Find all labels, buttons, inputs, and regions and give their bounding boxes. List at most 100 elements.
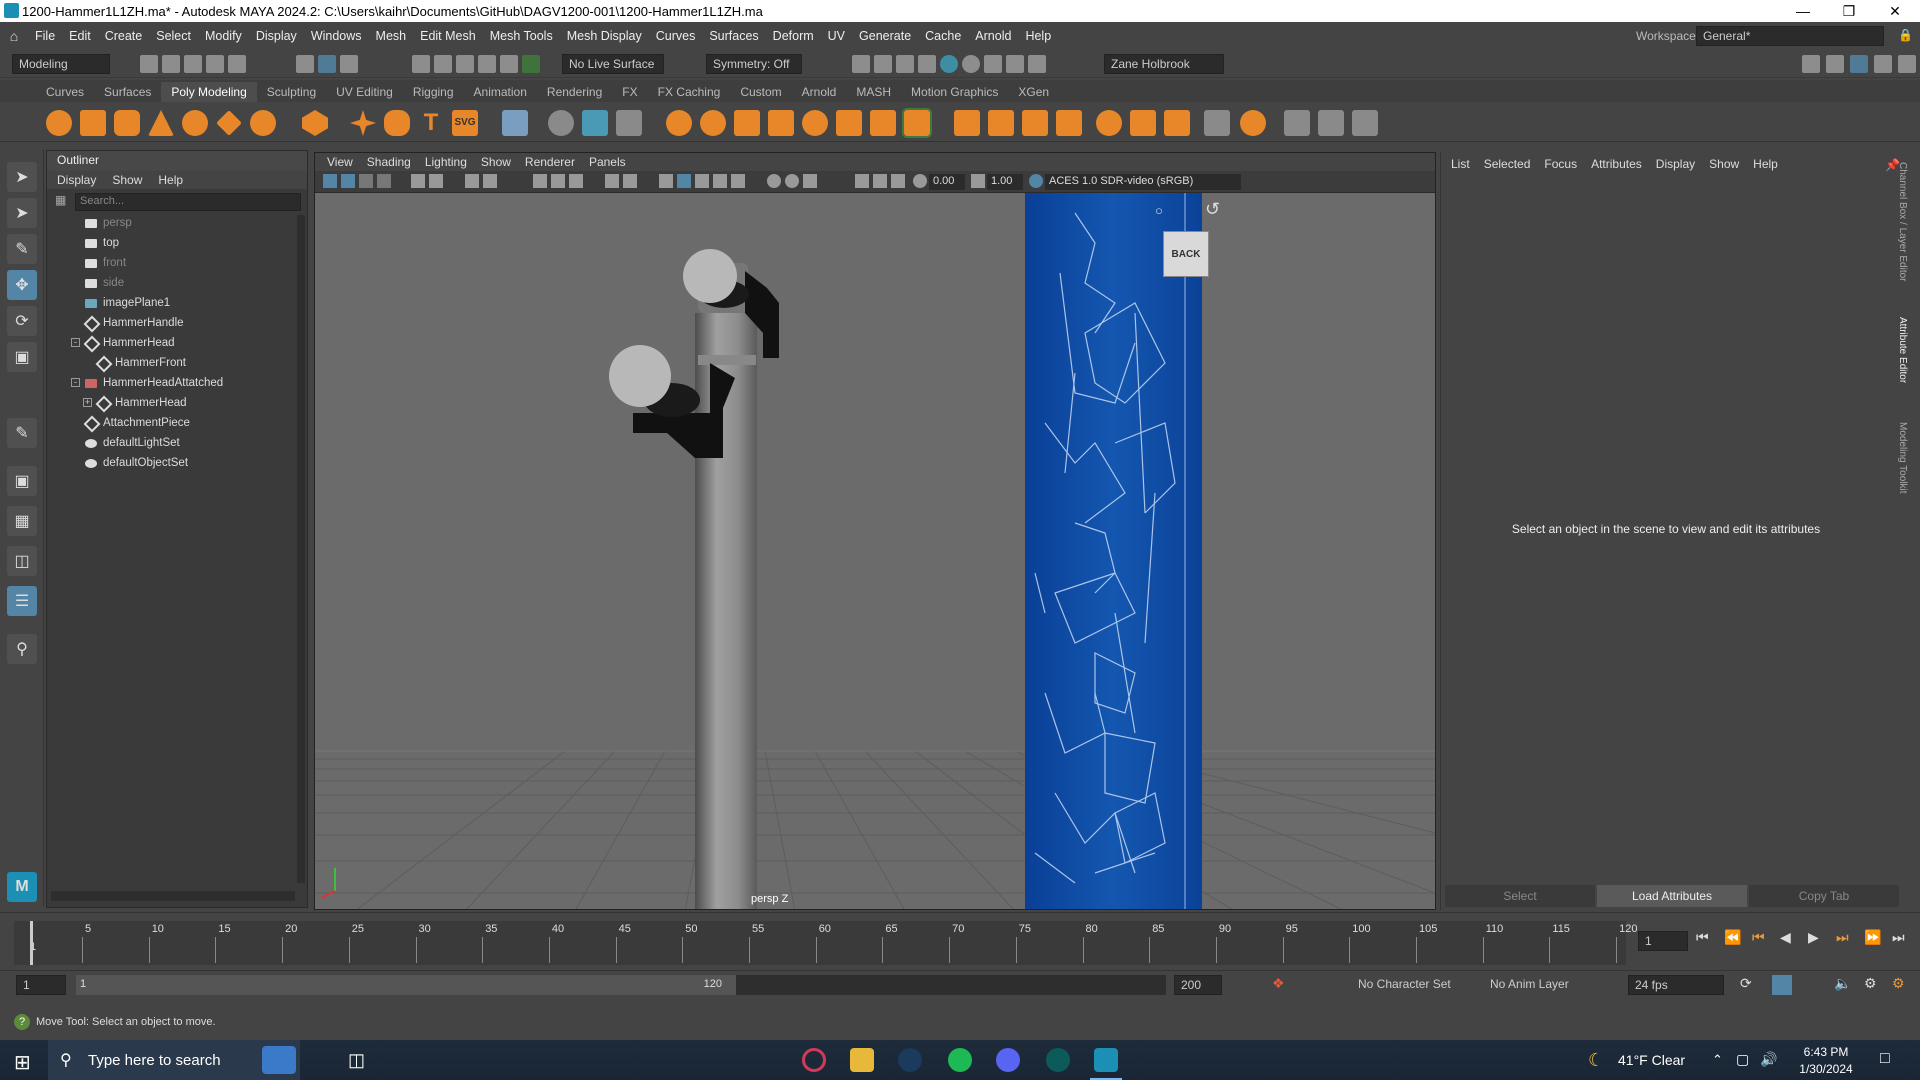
poly-plane-icon[interactable]: [216, 110, 242, 136]
rotate-view-icon[interactable]: ↺: [1205, 199, 1220, 220]
poly-torus-icon[interactable]: [182, 110, 208, 136]
mode-dropdown[interactable]: Modeling: [12, 54, 110, 74]
outliner-item[interactable]: persp: [85, 213, 132, 233]
shelf-tab-uv-editing[interactable]: UV Editing: [326, 82, 403, 102]
home-view-icon[interactable]: ○: [1155, 203, 1163, 218]
current-time-indicator[interactable]: [30, 921, 33, 965]
range-track[interactable]: [736, 975, 1166, 995]
select-component-icon[interactable]: [340, 55, 358, 73]
snap-point-icon[interactable]: [456, 55, 474, 73]
outliner-item[interactable]: HammerHeadAttatched: [85, 373, 223, 393]
image-plane-toggle-icon[interactable]: [377, 174, 391, 188]
quad-draw-icon[interactable]: [1204, 110, 1230, 136]
shelf-tab-motion-graphics[interactable]: Motion Graphics: [901, 82, 1008, 102]
task-view-icon[interactable]: ◫: [348, 1050, 365, 1071]
gitkraken-app-icon[interactable]: [1046, 1048, 1070, 1072]
collapse-toggle-icon[interactable]: -: [71, 378, 80, 387]
gamma-icon[interactable]: [971, 174, 985, 188]
shelf-tab-mash[interactable]: MASH: [846, 82, 901, 102]
bevel-icon[interactable]: [1022, 110, 1048, 136]
bookmark-icon[interactable]: [359, 174, 373, 188]
maximize-button[interactable]: ❐: [1826, 0, 1872, 22]
uv-tools-icon[interactable]: [1352, 110, 1378, 136]
undo-icon[interactable]: [206, 55, 224, 73]
gate-mask-icon[interactable]: [551, 174, 565, 188]
light-editor-icon[interactable]: [984, 55, 1002, 73]
shadows-icon[interactable]: [767, 174, 781, 188]
menu-mesh-tools[interactable]: Mesh Tools: [483, 29, 560, 43]
time-slider[interactable]: 1 5 10 15 20 25 30 35 40 45 50 55 60 65 70 75 80 85 90 95 1…: [0, 912, 1920, 970]
two-d-pan-icon[interactable]: [411, 174, 425, 188]
taskbar-search-box[interactable]: ⚲ Type here to search: [48, 1040, 300, 1080]
wireframe-on-shaded-icon[interactable]: [695, 174, 709, 188]
menu-file[interactable]: File: [28, 29, 62, 43]
retopologize-icon[interactable]: [902, 108, 932, 138]
menu-generate[interactable]: Generate: [852, 29, 918, 43]
file-explorer-icon[interactable]: [850, 1048, 874, 1072]
menu-modify[interactable]: Modify: [198, 29, 249, 43]
scale-tool-icon[interactable]: ▣: [7, 342, 37, 372]
outliner-item[interactable]: top: [85, 233, 119, 253]
outliner-menu-help[interactable]: Help: [158, 173, 183, 187]
render-frame-icon[interactable]: [874, 55, 892, 73]
menu-display[interactable]: Display: [249, 29, 304, 43]
tray-chevron-icon[interactable]: ⌃: [1712, 1052, 1723, 1068]
volume-icon[interactable]: 🔊: [1760, 1051, 1777, 1068]
vp-menu-panels[interactable]: Panels: [583, 155, 632, 169]
shelf-tab-surfaces[interactable]: Surfaces: [94, 82, 161, 102]
select-object-icon[interactable]: [318, 55, 336, 73]
select-camera-icon[interactable]: [323, 174, 337, 188]
anti-aliasing-icon[interactable]: [803, 174, 817, 188]
smooth-shade-icon[interactable]: [677, 174, 691, 188]
outliner-scrollbar[interactable]: [297, 215, 305, 883]
target-weld-icon[interactable]: [1130, 110, 1156, 136]
move-tool-icon[interactable]: ✥: [7, 270, 37, 300]
single-view-icon[interactable]: ▣: [7, 466, 37, 496]
symmetry-dropdown[interactable]: Symmetry: Off: [706, 54, 802, 74]
save-scene-icon[interactable]: [184, 55, 202, 73]
ipr-render-icon[interactable]: [896, 55, 914, 73]
svg-tool-icon[interactable]: SVG: [452, 110, 478, 136]
taskbar-time[interactable]: 6:43 PM: [1790, 1045, 1862, 1059]
channel-box-icon[interactable]: [1898, 55, 1916, 73]
ae-menu-help[interactable]: Help: [1753, 157, 1778, 171]
grease-pencil-icon[interactable]: [429, 174, 443, 188]
menu-mesh-display[interactable]: Mesh Display: [560, 29, 649, 43]
character-controls-icon[interactable]: [1826, 55, 1844, 73]
xray-joints-icon[interactable]: [891, 174, 905, 188]
outliner-menu-show[interactable]: Show: [112, 173, 142, 187]
isolate-select-icon[interactable]: [855, 174, 869, 188]
last-tool-icon[interactable]: ✎: [7, 418, 37, 448]
ambient-occlusion-icon[interactable]: [785, 174, 799, 188]
safe-action-icon[interactable]: [605, 174, 619, 188]
outliner-item[interactable]: HammerHead: [85, 333, 175, 353]
exposure-icon[interactable]: [913, 174, 927, 188]
menu-surfaces[interactable]: Surfaces: [702, 29, 765, 43]
outliner-item[interactable]: defaultObjectSet: [85, 453, 188, 473]
outliner-item[interactable]: HammerFront: [97, 353, 186, 373]
poly-disc-icon[interactable]: [250, 110, 276, 136]
hypershade-icon[interactable]: [940, 55, 958, 73]
color-space-dropdown[interactable]: ACES 1.0 SDR-video (sRGB): [1045, 174, 1241, 190]
menu-help[interactable]: Help: [1018, 29, 1058, 43]
steam-app-icon[interactable]: [898, 1048, 922, 1072]
menu-edit-mesh[interactable]: Edit Mesh: [413, 29, 483, 43]
shelf-tab-rendering[interactable]: Rendering: [537, 82, 612, 102]
pause-icon[interactable]: [1028, 55, 1046, 73]
reduce-icon[interactable]: [836, 110, 862, 136]
menu-cache[interactable]: Cache: [918, 29, 968, 43]
pref-icon[interactable]: ⚙: [1892, 975, 1905, 992]
view-cube[interactable]: BACK: [1163, 231, 1209, 277]
multi-cut-icon[interactable]: [1096, 110, 1122, 136]
shelf-tab-animation[interactable]: Animation: [464, 82, 537, 102]
shelf-tab-arnold[interactable]: Arnold: [792, 82, 847, 102]
ae-menu-focus[interactable]: Focus: [1544, 157, 1577, 171]
menu-uv[interactable]: UV: [821, 29, 852, 43]
spotify-app-icon[interactable]: [948, 1048, 972, 1072]
workspace-dropdown[interactable]: General*: [1696, 26, 1884, 46]
range-slider-bar[interactable]: 1 120: [76, 975, 736, 995]
windows-start-icon[interactable]: ⊞: [14, 1050, 31, 1075]
uv-grid-icon[interactable]: [502, 110, 528, 136]
auto-key-icon[interactable]: ❖: [1272, 975, 1285, 992]
exposure-field[interactable]: 0.00: [929, 174, 965, 190]
